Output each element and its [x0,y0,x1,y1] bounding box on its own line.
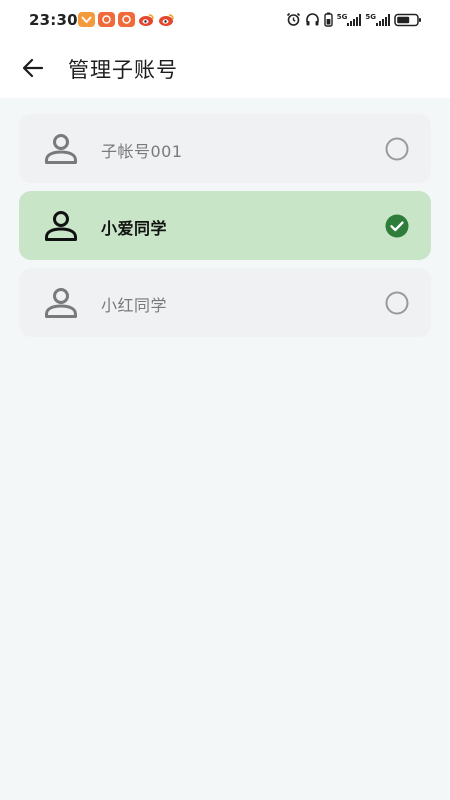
account-item[interactable]: 小红同学 [19,268,431,337]
top-area: 23:30 5G 5G 管理子账号 [0,0,450,98]
check-circle-icon[interactable] [385,214,409,238]
account-item-selected[interactable]: 小爱同学 [19,191,431,260]
battery-icon [394,13,421,26]
page-title: 管理子账号 [68,58,178,82]
weibo-icon [138,12,155,27]
network-label: 5G [365,12,376,21]
arrow-left-icon [22,58,44,78]
account-name: 子帐号001 [101,142,183,161]
account-list: 子帐号001 小爱同学 小红同学 [19,114,431,345]
alarm-icon [286,12,300,26]
weibo-icon [158,12,175,27]
person-icon [45,288,77,318]
account-name: 小爱同学 [101,219,168,238]
account-item[interactable]: 子帐号001 [19,114,431,183]
person-icon [45,134,77,164]
shop-icon [98,12,115,27]
radio-unchecked-icon[interactable] [385,291,409,315]
status-bar: 23:30 5G 5G [0,0,450,40]
system-icons: 5G 5G [286,12,422,27]
app-bar: 管理子账号 [0,40,450,98]
signal-5g-icon: 5G [365,12,390,26]
battery-saver-icon [324,12,333,27]
headphones-icon [305,13,319,26]
shop-icon [118,12,135,27]
back-button[interactable] [14,51,52,85]
notification-icons [78,12,175,27]
radio-unchecked-icon[interactable] [385,137,409,161]
person-icon [45,211,77,241]
app-icon [78,12,95,27]
account-name: 小红同学 [101,296,168,315]
status-time: 23:30 [29,11,78,29]
signal-5g-icon: 5G [336,12,362,26]
network-label: 5G [336,12,348,21]
